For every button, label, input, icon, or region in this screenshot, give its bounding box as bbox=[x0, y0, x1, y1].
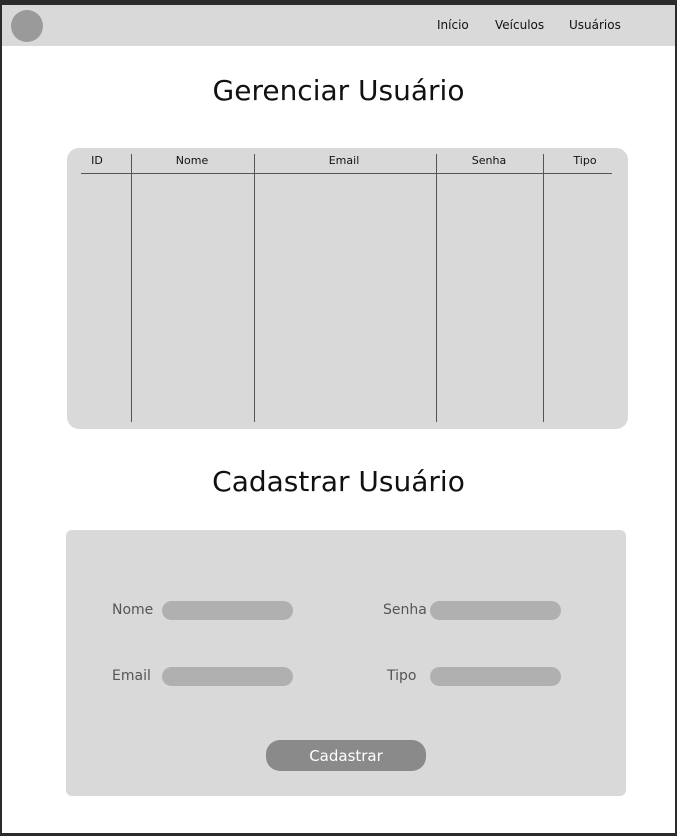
tipo-input[interactable] bbox=[430, 667, 561, 686]
email-label: Email bbox=[112, 668, 151, 684]
column-header-tipo: Tipo bbox=[573, 154, 597, 167]
register-user-title: Cadastrar Usuário bbox=[212, 465, 465, 498]
table-header-divider bbox=[81, 173, 612, 174]
cadastrar-button[interactable]: Cadastrar bbox=[266, 740, 426, 771]
column-header-nome: Nome bbox=[175, 154, 209, 167]
register-user-form: Nome Senha Email Tipo Cadastrar bbox=[66, 530, 626, 796]
nav-item-usuarios[interactable]: Usuários bbox=[569, 18, 621, 32]
senha-label: Senha bbox=[383, 602, 427, 618]
nav-item-veiculos[interactable]: Veículos bbox=[495, 18, 544, 32]
email-input[interactable] bbox=[162, 667, 293, 686]
tipo-label: Tipo bbox=[387, 668, 417, 684]
manage-users-title: Gerenciar Usuário bbox=[212, 74, 465, 107]
navbar: Início Veículos Usuários bbox=[2, 5, 675, 46]
column-header-email: Email bbox=[328, 154, 360, 167]
column-separator bbox=[131, 154, 132, 422]
nome-input[interactable] bbox=[162, 601, 293, 620]
nav-item-inicio[interactable]: Início bbox=[437, 18, 469, 32]
column-separator bbox=[254, 154, 255, 422]
page-frame: Início Veículos Usuários Gerenciar Usuár… bbox=[2, 5, 675, 833]
users-table: ID Nome Email Senha Tipo bbox=[67, 148, 628, 429]
column-header-senha: Senha bbox=[471, 154, 507, 167]
column-separator bbox=[436, 154, 437, 422]
column-separator bbox=[543, 154, 544, 422]
nome-label: Nome bbox=[112, 602, 154, 618]
logo-avatar[interactable] bbox=[11, 10, 43, 42]
senha-input[interactable] bbox=[430, 601, 561, 620]
column-header-id: ID bbox=[91, 154, 103, 167]
